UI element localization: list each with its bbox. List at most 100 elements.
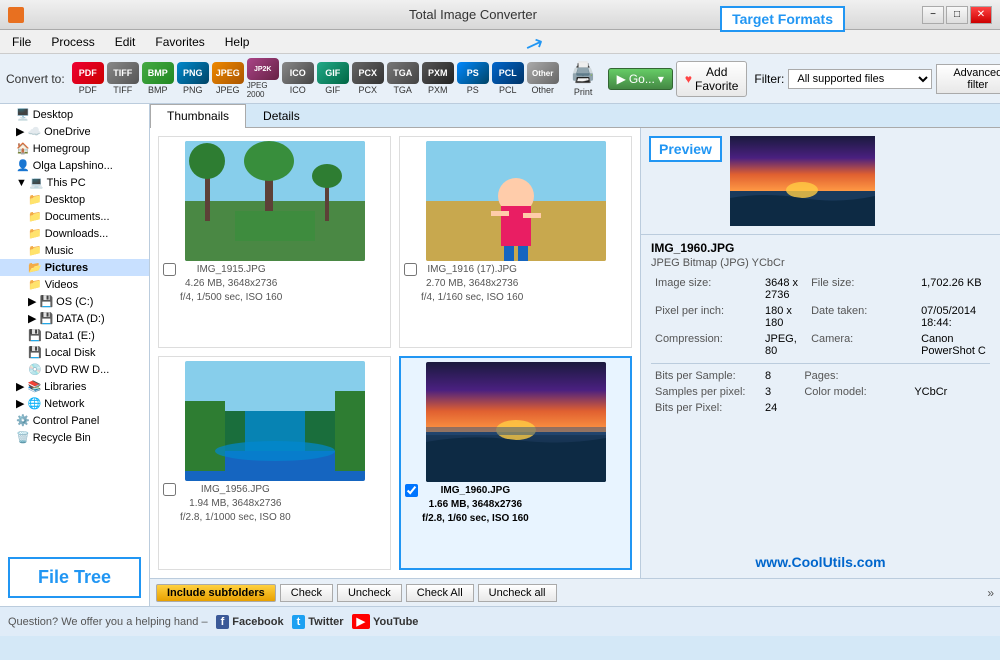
preview-label: Preview — [659, 141, 712, 157]
content-area: Thumbnails Details — [150, 104, 1000, 606]
print-button[interactable]: 🖨️ Print — [571, 60, 596, 97]
format-pxm[interactable]: PXM PXM — [422, 62, 454, 95]
check-button[interactable]: Check — [280, 584, 333, 602]
tab-thumbnails[interactable]: Thumbnails — [150, 104, 246, 128]
sidebar-item-libraries[interactable]: ▶ 📚 Libraries — [0, 378, 149, 395]
thumb-checkbox-3[interactable] — [163, 483, 176, 496]
include-subfolders-button[interactable]: Include subfolders — [156, 584, 276, 602]
dvd-icon: 💿 — [28, 363, 42, 376]
sidebar-item-homegroup[interactable]: 🏠 Homegroup — [0, 140, 149, 157]
drive-icon: 💾 — [39, 295, 53, 308]
menu-edit[interactable]: Edit — [107, 33, 144, 51]
thumb-checkbox-1[interactable] — [163, 263, 176, 276]
sidebar-item-pictures[interactable]: 📂 Pictures — [0, 259, 149, 276]
format-jpeg[interactable]: JPEG JPEG — [212, 62, 244, 95]
format-tga[interactable]: TGA TGA — [387, 62, 419, 95]
user-icon: 👤 — [16, 159, 30, 172]
sidebar-item-datad[interactable]: ▶ 💾 DATA (D:) — [0, 310, 149, 327]
go-button[interactable]: ▶ Go... ▾ — [608, 68, 673, 90]
thumbnails-grid: IMG_1915.JPG 4.26 MB, 3648x2736 f/4, 1/5… — [150, 128, 640, 578]
table-row: Bits per Pixel: 24 — [651, 400, 990, 416]
preview-filename: IMG_1960.JPG — [651, 241, 990, 255]
sidebar-item-recyclebin[interactable]: 🗑️ Recycle Bin — [0, 429, 149, 446]
libs-icon: 📚 — [27, 380, 41, 393]
preview-details: IMG_1960.JPG JPEG Bitmap (JPG) YCbCr Ima… — [641, 234, 1000, 422]
youtube-button[interactable]: ▶ YouTube — [352, 614, 419, 629]
filter-dropdown[interactable]: All supported files — [788, 69, 932, 89]
onedrive-icon: ☁️ — [27, 125, 41, 138]
close-button[interactable]: ✕ — [970, 6, 992, 24]
expand-icon4: ▶ — [28, 312, 36, 325]
controlpanel-icon: ⚙️ — [16, 414, 30, 427]
sidebar-item-user[interactable]: 👤 Olga Lapshino... — [0, 157, 149, 174]
minimize-button[interactable]: − — [922, 6, 944, 24]
menu-favorites[interactable]: Favorites — [147, 33, 212, 51]
target-formats-label: Target Formats — [732, 11, 833, 27]
thumbnail-item[interactable]: IMG_1915.JPG 4.26 MB, 3648x2736 f/4, 1/5… — [158, 136, 391, 348]
check-all-button[interactable]: Check All — [406, 584, 474, 602]
format-pcx[interactable]: PCX PCX — [352, 62, 384, 95]
table-row: Bits per Sample: 8 Pages: — [651, 368, 990, 384]
format-other[interactable]: Other Other — [527, 62, 559, 95]
menu-help[interactable]: Help — [217, 33, 258, 51]
format-pcl[interactable]: PCL PCL — [492, 62, 524, 95]
preview-metadata-table: Image size: 3648 x 2736 File size: 1,702… — [651, 275, 990, 359]
format-png[interactable]: PNG PNG — [177, 62, 209, 95]
add-favorite-button[interactable]: ♥ Add Favorite — [676, 61, 747, 97]
sidebar-item-network[interactable]: ▶ 🌐 Network — [0, 395, 149, 412]
sidebar-item-videos[interactable]: 📁 Videos — [0, 276, 149, 293]
heart-icon: ♥ — [685, 72, 692, 86]
format-jpeg2000[interactable]: JP2K JPEG 2000 — [247, 58, 279, 99]
sidebar-item-downloads[interactable]: 📁 Downloads... — [0, 225, 149, 242]
table-row: Image size: 3648 x 2736 File size: 1,702… — [651, 275, 990, 303]
sidebar-item-desktop[interactable]: 🖥️ Desktop — [0, 106, 149, 123]
sidebar-item-osc[interactable]: ▶ 💾 OS (C:) — [0, 293, 149, 310]
format-ps[interactable]: PS PS — [457, 62, 489, 95]
expand-icon2: ▼ — [16, 177, 27, 189]
thumbnail-item-selected[interactable]: IMG_1960.JPG 1.66 MB, 3648x2736 f/2.8, 1… — [399, 356, 632, 570]
format-bmp[interactable]: BMP BMP — [142, 62, 174, 95]
format-ico[interactable]: ICO ICO — [282, 62, 314, 95]
twitter-button[interactable]: t Twitter — [292, 615, 344, 629]
pc-icon: 💻 — [30, 176, 44, 189]
format-pdf[interactable]: PDF PDF — [72, 62, 104, 95]
coolutils-link[interactable]: www.CoolUtils.com — [641, 546, 1000, 578]
folder-icon: 📁 — [28, 193, 42, 206]
file-tree-button[interactable]: File Tree — [8, 557, 141, 598]
drive-icon3: 💾 — [28, 329, 42, 342]
maximize-button[interactable]: □ — [946, 6, 968, 24]
sidebar: 🖥️ Desktop ▶ ☁️ OneDrive 🏠 Homegroup 👤 O… — [0, 104, 150, 606]
sidebar-item-controlpanel[interactable]: ⚙️ Control Panel — [0, 412, 149, 429]
format-gif[interactable]: GIF GIF — [317, 62, 349, 95]
sidebar-item-onedrive[interactable]: ▶ ☁️ OneDrive — [0, 123, 149, 140]
menu-process[interactable]: Process — [43, 33, 102, 51]
sidebar-item-dvd[interactable]: 💿 DVD RW D... — [0, 361, 149, 378]
advanced-filter-button[interactable]: Advanced filter — [936, 64, 1000, 94]
sidebar-item-localdisk[interactable]: 💾 Local Disk — [0, 344, 149, 361]
desktop-icon: 🖥️ — [16, 108, 30, 121]
sidebar-item-thispc[interactable]: ▼ 💻 This PC — [0, 174, 149, 191]
expand-icon: ▶ — [16, 125, 24, 138]
youtube-icon: ▶ — [352, 614, 370, 629]
sidebar-item-music[interactable]: 📁 Music — [0, 242, 149, 259]
thumbnail-item[interactable]: IMG_1956.JPG 1.94 MB, 3648x2736 f/2.8, 1… — [158, 356, 391, 570]
thumb-checkbox-2[interactable] — [404, 263, 417, 276]
thumb-checkbox-4[interactable] — [405, 484, 418, 497]
sidebar-item-datae[interactable]: 💾 Data1 (E:) — [0, 327, 149, 344]
thumbnail-item[interactable]: IMG_1916 (17).JPG 2.70 MB, 3648x2736 f/4… — [399, 136, 632, 348]
preview-panel: Preview — [640, 128, 1000, 578]
folder-icon5: 📁 — [28, 278, 42, 291]
format-tiff[interactable]: TIFF TIFF — [107, 62, 139, 95]
preview-type: JPEG Bitmap (JPG) YCbCr — [651, 257, 990, 269]
facebook-button[interactable]: f Facebook — [216, 615, 284, 629]
uncheck-button[interactable]: Uncheck — [337, 584, 402, 602]
sidebar-item-desktop2[interactable]: 📁 Desktop — [0, 191, 149, 208]
child-image — [426, 141, 606, 261]
app-icon — [8, 7, 24, 23]
menu-file[interactable]: File — [4, 33, 39, 51]
status-text: Question? We offer you a helping hand – — [8, 616, 208, 628]
sidebar-item-documents[interactable]: 📁 Documents... — [0, 208, 149, 225]
folder-icon4: 📁 — [28, 244, 42, 257]
tab-details[interactable]: Details — [246, 104, 317, 127]
uncheck-all-button[interactable]: Uncheck all — [478, 584, 557, 602]
